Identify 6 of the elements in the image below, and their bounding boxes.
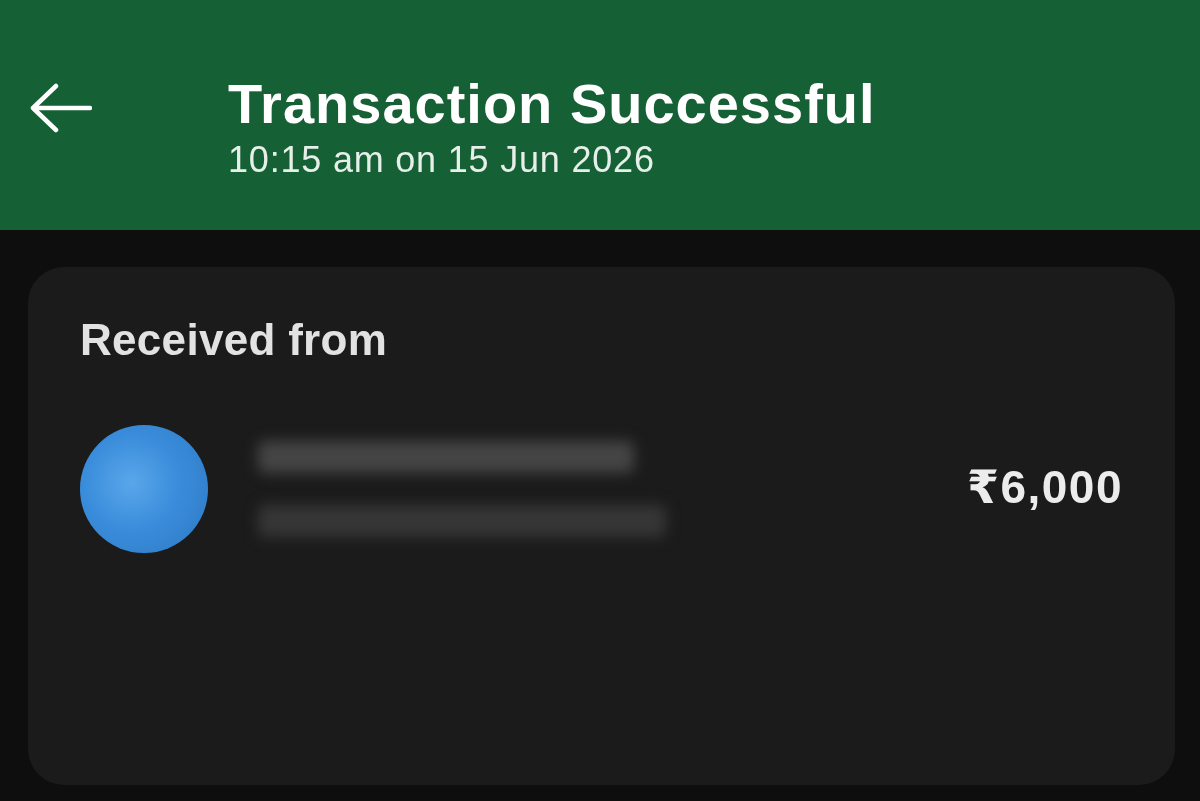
transaction-timestamp: 10:15 am on 15 Jun 2026 — [228, 140, 656, 180]
amount-text: ₹6,000 — [966, 460, 1123, 514]
page-title: Transaction Successful — [228, 76, 876, 132]
section-heading: Received from — [80, 314, 388, 366]
back-arrow-icon — [30, 83, 92, 133]
back-button[interactable] — [30, 83, 92, 133]
